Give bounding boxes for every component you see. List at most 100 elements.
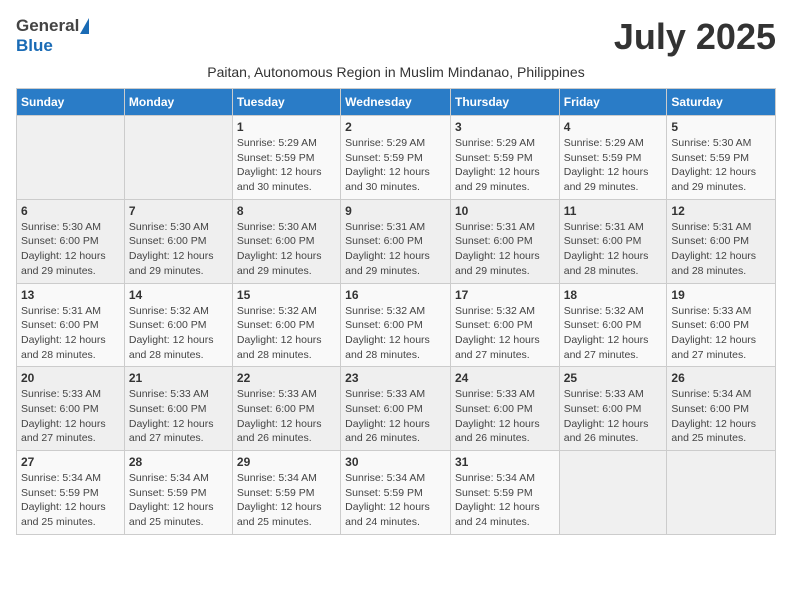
table-row: 25 Sunrise: 5:33 AMSunset: 6:00 PMDayligh… (559, 367, 667, 451)
day-number: 22 (237, 371, 336, 385)
day-number: 12 (671, 204, 771, 218)
day-info: Sunrise: 5:34 AMSunset: 5:59 PMDaylight:… (237, 471, 336, 530)
day-info: Sunrise: 5:30 AMSunset: 6:00 PMDaylight:… (237, 220, 336, 279)
day-info: Sunrise: 5:31 AMSunset: 6:00 PMDaylight:… (345, 220, 446, 279)
day-number: 18 (564, 288, 663, 302)
day-info: Sunrise: 5:33 AMSunset: 6:00 PMDaylight:… (345, 387, 446, 446)
page-subtitle: Paitan, Autonomous Region in Muslim Mind… (16, 64, 776, 80)
table-row: 23Sunrise: 5:33 AMSunset: 6:00 PMDayligh… (341, 367, 451, 451)
day-info: Sunrise: 5:33 AMSunset: 6:00 PMDaylight:… (129, 387, 228, 446)
day-number: 10 (455, 204, 555, 218)
day-info: Sunrise: 5:33 AMSunset: 6:00 PMDaylight:… (21, 387, 120, 446)
table-row: 17 Sunrise: 5:32 AMSunset: 6:00 PMDayligh… (450, 283, 559, 367)
table-row: 16 Sunrise: 5:32 AMSunset: 6:00 PMDayligh… (341, 283, 451, 367)
day-number: 31 (455, 455, 555, 469)
day-info: Sunrise: 5:33 AMSunset: 6:00 PMDaylight:… (455, 387, 555, 446)
table-row: 6 Sunrise: 5:30 AMSunset: 6:00 PMDaylight… (17, 199, 125, 283)
day-number: 25 (564, 371, 663, 385)
col-sunday: Sunday (17, 89, 125, 116)
day-info: Sunrise: 5:29 AMSunset: 5:59 PMDaylight:… (345, 136, 446, 195)
day-number: 20 (21, 371, 120, 385)
table-row: 29 Sunrise: 5:34 AMSunset: 5:59 PMDayligh… (232, 451, 340, 535)
day-number: 17 (455, 288, 555, 302)
table-row: 3Sunrise: 5:29 AMSunset: 5:59 PMDaylight… (450, 116, 559, 200)
col-saturday: Saturday (667, 89, 776, 116)
day-number: 7 (129, 204, 228, 218)
page-title: July 2025 (614, 16, 776, 58)
table-row (559, 451, 667, 535)
day-info: Sunrise: 5:29 AMSunset: 5:59 PMDaylight:… (455, 136, 555, 195)
table-row: 19 Sunrise: 5:33 AMSunset: 6:00 PMDayligh… (667, 283, 776, 367)
day-number: 29 (237, 455, 336, 469)
table-row: 22 Sunrise: 5:33 AMSunset: 6:00 PMDayligh… (232, 367, 340, 451)
table-row: 26Sunrise: 5:34 AMSunset: 6:00 PMDayligh… (667, 367, 776, 451)
day-info: Sunrise: 5:29 AMSunset: 5:59 PMDaylight:… (564, 136, 663, 195)
table-row: 28Sunrise: 5:34 AMSunset: 5:59 PMDayligh… (124, 451, 232, 535)
day-info: Sunrise: 5:32 AMSunset: 6:00 PMDaylight:… (455, 304, 555, 363)
day-info: Sunrise: 5:29 AMSunset: 5:59 PMDaylight:… (237, 136, 336, 195)
table-row: 2 Sunrise: 5:29 AMSunset: 5:59 PMDaylight… (341, 116, 451, 200)
day-number: 9 (345, 204, 446, 218)
day-number: 27 (21, 455, 120, 469)
table-row: 1 Sunrise: 5:29 AMSunset: 5:59 PMDaylight… (232, 116, 340, 200)
day-number: 30 (345, 455, 446, 469)
day-info: Sunrise: 5:31 AMSunset: 6:00 PMDaylight:… (564, 220, 663, 279)
day-info: Sunrise: 5:31 AMSunset: 6:00 PMDaylight:… (21, 304, 120, 363)
table-row: 11 Sunrise: 5:31 AMSunset: 6:00 PMDayligh… (559, 199, 667, 283)
table-row (667, 451, 776, 535)
table-row: 12Sunrise: 5:31 AMSunset: 6:00 PMDayligh… (667, 199, 776, 283)
table-row: 10 Sunrise: 5:31 AMSunset: 6:00 PMDayligh… (450, 199, 559, 283)
day-number: 14 (129, 288, 228, 302)
table-row (124, 116, 232, 200)
day-number: 15 (237, 288, 336, 302)
col-thursday: Thursday (450, 89, 559, 116)
day-number: 2 (345, 120, 446, 134)
day-number: 19 (671, 288, 771, 302)
day-info: Sunrise: 5:32 AMSunset: 6:00 PMDaylight:… (129, 304, 228, 363)
table-row: 18 Sunrise: 5:32 AMSunset: 6:00 PMDayligh… (559, 283, 667, 367)
table-row: 9 Sunrise: 5:31 AMSunset: 6:00 PMDaylight… (341, 199, 451, 283)
logo-triangle-icon (80, 18, 89, 34)
day-number: 11 (564, 204, 663, 218)
table-row: 14 Sunrise: 5:32 AMSunset: 6:00 PMDayligh… (124, 283, 232, 367)
day-number: 26 (671, 371, 771, 385)
day-info: Sunrise: 5:32 AMSunset: 6:00 PMDaylight:… (237, 304, 336, 363)
day-number: 13 (21, 288, 120, 302)
table-row: 20 Sunrise: 5:33 AMSunset: 6:00 PMDayligh… (17, 367, 125, 451)
day-number: 1 (237, 120, 336, 134)
table-row: 7 Sunrise: 5:30 AMSunset: 6:00 PMDaylight… (124, 199, 232, 283)
logo-blue: Blue (16, 36, 53, 55)
day-info: Sunrise: 5:34 AMSunset: 5:59 PMDaylight:… (21, 471, 120, 530)
day-number: 16 (345, 288, 446, 302)
day-number: 8 (237, 204, 336, 218)
day-info: Sunrise: 5:31 AMSunset: 6:00 PMDaylight:… (455, 220, 555, 279)
table-row: 24 Sunrise: 5:33 AMSunset: 6:00 PMDayligh… (450, 367, 559, 451)
day-number: 5 (671, 120, 771, 134)
col-wednesday: Wednesday (341, 89, 451, 116)
table-row: 8 Sunrise: 5:30 AMSunset: 6:00 PMDaylight… (232, 199, 340, 283)
day-info: Sunrise: 5:33 AMSunset: 6:00 PMDaylight:… (237, 387, 336, 446)
day-info: Sunrise: 5:32 AMSunset: 6:00 PMDaylight:… (345, 304, 446, 363)
table-row: 4 Sunrise: 5:29 AMSunset: 5:59 PMDaylight… (559, 116, 667, 200)
table-row: 21Sunrise: 5:33 AMSunset: 6:00 PMDayligh… (124, 367, 232, 451)
day-info: Sunrise: 5:32 AMSunset: 6:00 PMDaylight:… (564, 304, 663, 363)
day-info: Sunrise: 5:30 AMSunset: 6:00 PMDaylight:… (21, 220, 120, 279)
logo-general: General (16, 16, 79, 36)
table-row: 13 Sunrise: 5:31 AMSunset: 6:00 PMDayligh… (17, 283, 125, 367)
table-row: 15 Sunrise: 5:32 AMSunset: 6:00 PMDayligh… (232, 283, 340, 367)
calendar-table: Sunday Monday Tuesday Wednesday Thursday… (16, 88, 776, 535)
table-row: 31Sunrise: 5:34 AMSunset: 5:59 PMDayligh… (450, 451, 559, 535)
col-monday: Monday (124, 89, 232, 116)
day-info: Sunrise: 5:33 AMSunset: 6:00 PMDaylight:… (564, 387, 663, 446)
table-row: 5 Sunrise: 5:30 AMSunset: 5:59 PMDaylight… (667, 116, 776, 200)
day-info: Sunrise: 5:34 AMSunset: 5:59 PMDaylight:… (345, 471, 446, 530)
col-friday: Friday (559, 89, 667, 116)
day-number: 24 (455, 371, 555, 385)
day-number: 6 (21, 204, 120, 218)
day-info: Sunrise: 5:30 AMSunset: 6:00 PMDaylight:… (129, 220, 228, 279)
day-info: Sunrise: 5:33 AMSunset: 6:00 PMDaylight:… (671, 304, 771, 363)
day-info: Sunrise: 5:30 AMSunset: 5:59 PMDaylight:… (671, 136, 771, 195)
day-number: 4 (564, 120, 663, 134)
table-row: 27 Sunrise: 5:34 AMSunset: 5:59 PMDayligh… (17, 451, 125, 535)
col-tuesday: Tuesday (232, 89, 340, 116)
